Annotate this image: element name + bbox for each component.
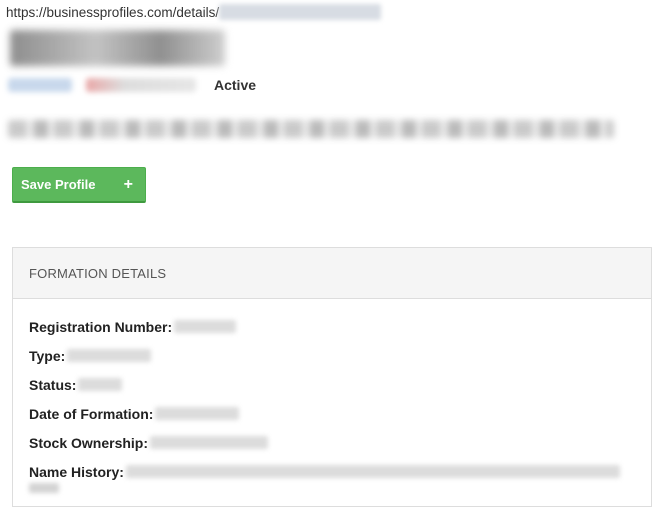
field-value-redacted bbox=[67, 349, 152, 362]
field-label: Name History: bbox=[29, 463, 124, 480]
panel-heading: FORMATION DETAILS bbox=[13, 248, 651, 299]
save-profile-label: Save Profile bbox=[21, 177, 96, 192]
field-label: Stock Ownership: bbox=[29, 434, 149, 451]
status-label: Active bbox=[214, 77, 257, 93]
field-label: Type: bbox=[29, 347, 66, 364]
panel-body: Registration Number: Type: Status: Date … bbox=[13, 299, 651, 496]
field-value-redacted bbox=[125, 465, 620, 478]
field-stock-ownership: Stock Ownership: bbox=[29, 428, 635, 457]
field-label: Date of Formation: bbox=[29, 405, 154, 422]
field-label: Registration Number: bbox=[29, 318, 173, 335]
field-value-redacted bbox=[150, 436, 269, 449]
address-bar[interactable]: https://businessprofiles.com/details/ bbox=[6, 3, 382, 21]
meta-redacted-1 bbox=[8, 78, 72, 92]
field-registration-number: Registration Number: bbox=[29, 312, 635, 341]
formation-details-panel: FORMATION DETAILS Registration Number: T… bbox=[12, 247, 652, 507]
profile-meta-row: Active bbox=[8, 76, 256, 94]
field-value-redacted bbox=[174, 320, 237, 333]
url-text: https://businessprofiles.com/details/ bbox=[6, 4, 220, 20]
field-value-redacted bbox=[155, 407, 240, 420]
plus-icon: + bbox=[123, 175, 133, 193]
save-profile-button[interactable]: Save Profile + bbox=[12, 167, 146, 203]
field-date-of-formation: Date of Formation: bbox=[29, 399, 635, 428]
field-name-history-continued bbox=[29, 480, 635, 496]
meta-redacted-2 bbox=[86, 78, 196, 92]
profile-description-redacted bbox=[8, 120, 614, 138]
field-status: Status: bbox=[29, 370, 635, 399]
url-redacted-segment bbox=[219, 4, 382, 20]
company-name-redacted bbox=[10, 30, 225, 66]
field-value-redacted bbox=[29, 483, 59, 493]
field-type: Type: bbox=[29, 341, 635, 370]
field-value-redacted bbox=[78, 378, 123, 391]
field-label: Status: bbox=[29, 376, 77, 393]
